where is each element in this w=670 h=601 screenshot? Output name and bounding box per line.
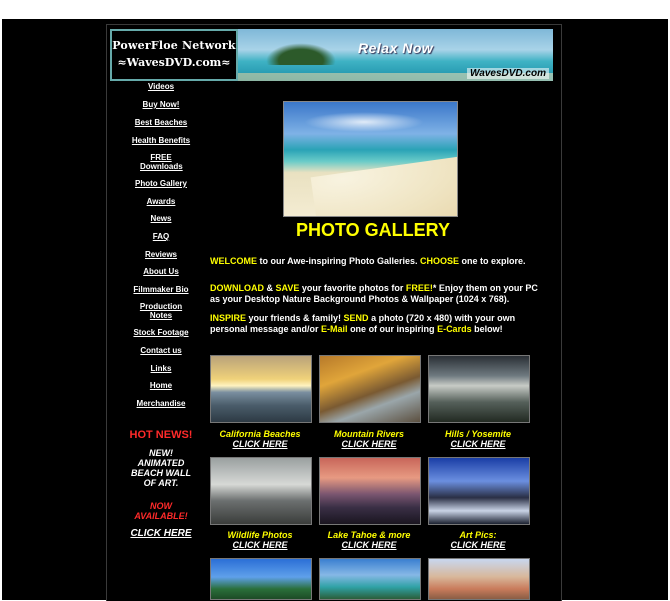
nav-best-beaches[interactable]: Best Beaches xyxy=(108,118,214,127)
gallery-click-here-link[interactable]: CLICK HERE xyxy=(309,439,429,449)
gallery-thumb-california-beaches[interactable] xyxy=(210,355,312,423)
nav-home[interactable]: Home xyxy=(108,381,214,390)
promo-line-animated: ANIMATED xyxy=(137,458,185,468)
banner-island-image xyxy=(266,43,336,65)
inspire-word: INSPIRE xyxy=(210,313,247,323)
welcome-paragraph: WELCOME to our Awe-inspiring Photo Galle… xyxy=(210,256,540,267)
logo-network-text: PowerFloe Network xyxy=(112,39,236,52)
gallery-name: Wildlife Photos xyxy=(227,530,293,540)
nav-photo-gallery[interactable]: Photo Gallery xyxy=(108,179,214,188)
gallery-name: Mountain Rivers xyxy=(333,429,404,439)
gallery-thumb-wildlife[interactable] xyxy=(210,457,312,525)
nav-awards[interactable]: Awards xyxy=(108,197,214,206)
promo-now: NOW xyxy=(150,501,172,511)
choose-word: CHOOSE xyxy=(420,256,460,266)
gallery-click-here-link[interactable]: CLICK HERE xyxy=(200,439,320,449)
download-word: DOWNLOAD xyxy=(210,283,264,293)
gallery-caption-california-beaches: California Beaches CLICK HERE xyxy=(200,429,320,449)
hero-shore xyxy=(310,155,457,216)
banner-tagline: Relax Now xyxy=(358,40,434,56)
site-logo[interactable]: PowerFloe Network ≈WavesDVD.com≈ xyxy=(110,29,238,81)
nav-free-downloads[interactable]: FREE Downloads xyxy=(140,153,183,171)
gallery-click-here-link[interactable]: CLICK HERE xyxy=(418,439,538,449)
nav-contact-us[interactable]: Contact us xyxy=(108,346,214,355)
welcome-text-2: one to explore. xyxy=(459,256,526,266)
nav-stock-footage[interactable]: Stock Footage xyxy=(108,328,214,337)
welcome-text-1: to our Awe-inspiring Photo Galleries. xyxy=(257,256,421,266)
inspire-text-3: one of our inspiring xyxy=(347,324,438,334)
banner-site-label: WavesDVD.com xyxy=(467,68,549,79)
inspire-text-1: your friends & family! xyxy=(246,313,344,323)
gallery-caption-lake-tahoe: Lake Tahoe & more CLICK HERE xyxy=(309,530,429,550)
gallery-click-here-link[interactable]: CLICK HERE xyxy=(309,540,429,550)
gallery-caption-art-pics: Art Pics: CLICK HERE xyxy=(418,530,538,550)
download-paragraph: DOWNLOAD & SAVE your favorite photos for… xyxy=(210,283,540,305)
nav-faq[interactable]: FAQ xyxy=(108,232,214,241)
nav-buy-now[interactable]: Buy Now! xyxy=(108,100,214,109)
nav-filmmaker-bio[interactable]: Filmmaker Bio xyxy=(108,285,214,294)
promo-line-of-art: OF ART. xyxy=(143,478,179,488)
gallery-name: Lake Tahoe & more xyxy=(327,530,411,540)
promo-line-new: NEW! xyxy=(149,448,173,458)
gallery-click-here-link[interactable]: CLICK HERE xyxy=(200,540,320,550)
nav-health-benefits[interactable]: Health Benefits xyxy=(108,136,214,145)
hero-beach-photo xyxy=(283,101,458,217)
gallery-thumb-row3-middle[interactable] xyxy=(319,558,421,600)
page-title: PHOTO GALLERY xyxy=(295,220,450,240)
nav-about-us[interactable]: About Us xyxy=(108,267,214,276)
gallery-thumb-mountain-rivers[interactable] xyxy=(319,355,421,423)
gallery-name: Hills / Yosemite xyxy=(444,429,512,439)
gallery-thumb-lake-tahoe[interactable] xyxy=(319,457,421,525)
inspire-paragraph: INSPIRE your friends & family! SEND a ph… xyxy=(210,313,540,335)
nav-links[interactable]: Links xyxy=(108,364,214,373)
logo-site-text: ≈WavesDVD.com≈ xyxy=(117,56,231,69)
header-banner[interactable]: Relax Now WavesDVD.com xyxy=(238,29,553,81)
nav-reviews[interactable]: Reviews xyxy=(108,250,214,259)
promo-line-beach-wall: BEACH WALL xyxy=(131,468,191,478)
nav-news[interactable]: News xyxy=(108,214,214,223)
gallery-name: Art Pics: xyxy=(459,530,497,540)
hot-news-heading: HOT NEWS! xyxy=(129,429,193,441)
promo-click-here-link[interactable]: CLICK HERE xyxy=(108,528,214,539)
gallery-thumb-row3-left[interactable] xyxy=(210,558,312,600)
inspire-text-4: below! xyxy=(471,324,503,334)
nav-videos[interactable]: Videos xyxy=(108,82,214,91)
hot-news-promo: HOT NEWS! NEW! ANIMATED BEACH WALL OF AR… xyxy=(108,429,214,539)
welcome-word: WELCOME xyxy=(210,256,257,266)
email-link[interactable]: E-Mail xyxy=(321,324,348,334)
free-word: FREE! xyxy=(405,283,433,293)
gallery-thumb-art-pics[interactable] xyxy=(428,457,530,525)
send-word: SEND xyxy=(343,313,369,323)
gallery-caption-mountain-rivers: Mountain Rivers CLICK HERE xyxy=(309,429,429,449)
gallery-caption-hills-yosemite: Hills / Yosemite CLICK HERE xyxy=(418,429,538,449)
nav-production-notes[interactable]: Production Notes xyxy=(136,302,186,320)
hero-cloud xyxy=(304,112,424,132)
gallery-thumb-hills-yosemite[interactable] xyxy=(428,355,530,423)
save-word: SAVE xyxy=(275,283,300,293)
ecards-link[interactable]: E-Cards xyxy=(437,324,472,334)
gallery-caption-wildlife: Wildlife Photos CLICK HERE xyxy=(200,530,320,550)
download-text-1: & xyxy=(264,283,276,293)
promo-text: NEW! ANIMATED BEACH WALL OF ART. xyxy=(108,448,214,488)
download-text-2: your favorite photos for xyxy=(299,283,406,293)
gallery-thumb-row3-right[interactable] xyxy=(428,558,530,600)
gallery-name: California Beaches xyxy=(219,429,301,439)
nav-merchandise[interactable]: Merchandise xyxy=(108,399,214,408)
promo-available: AVAILABLE! xyxy=(134,511,188,521)
gallery-click-here-link[interactable]: CLICK HERE xyxy=(418,540,538,550)
promo-availability: NOW AVAILABLE! xyxy=(108,501,214,521)
